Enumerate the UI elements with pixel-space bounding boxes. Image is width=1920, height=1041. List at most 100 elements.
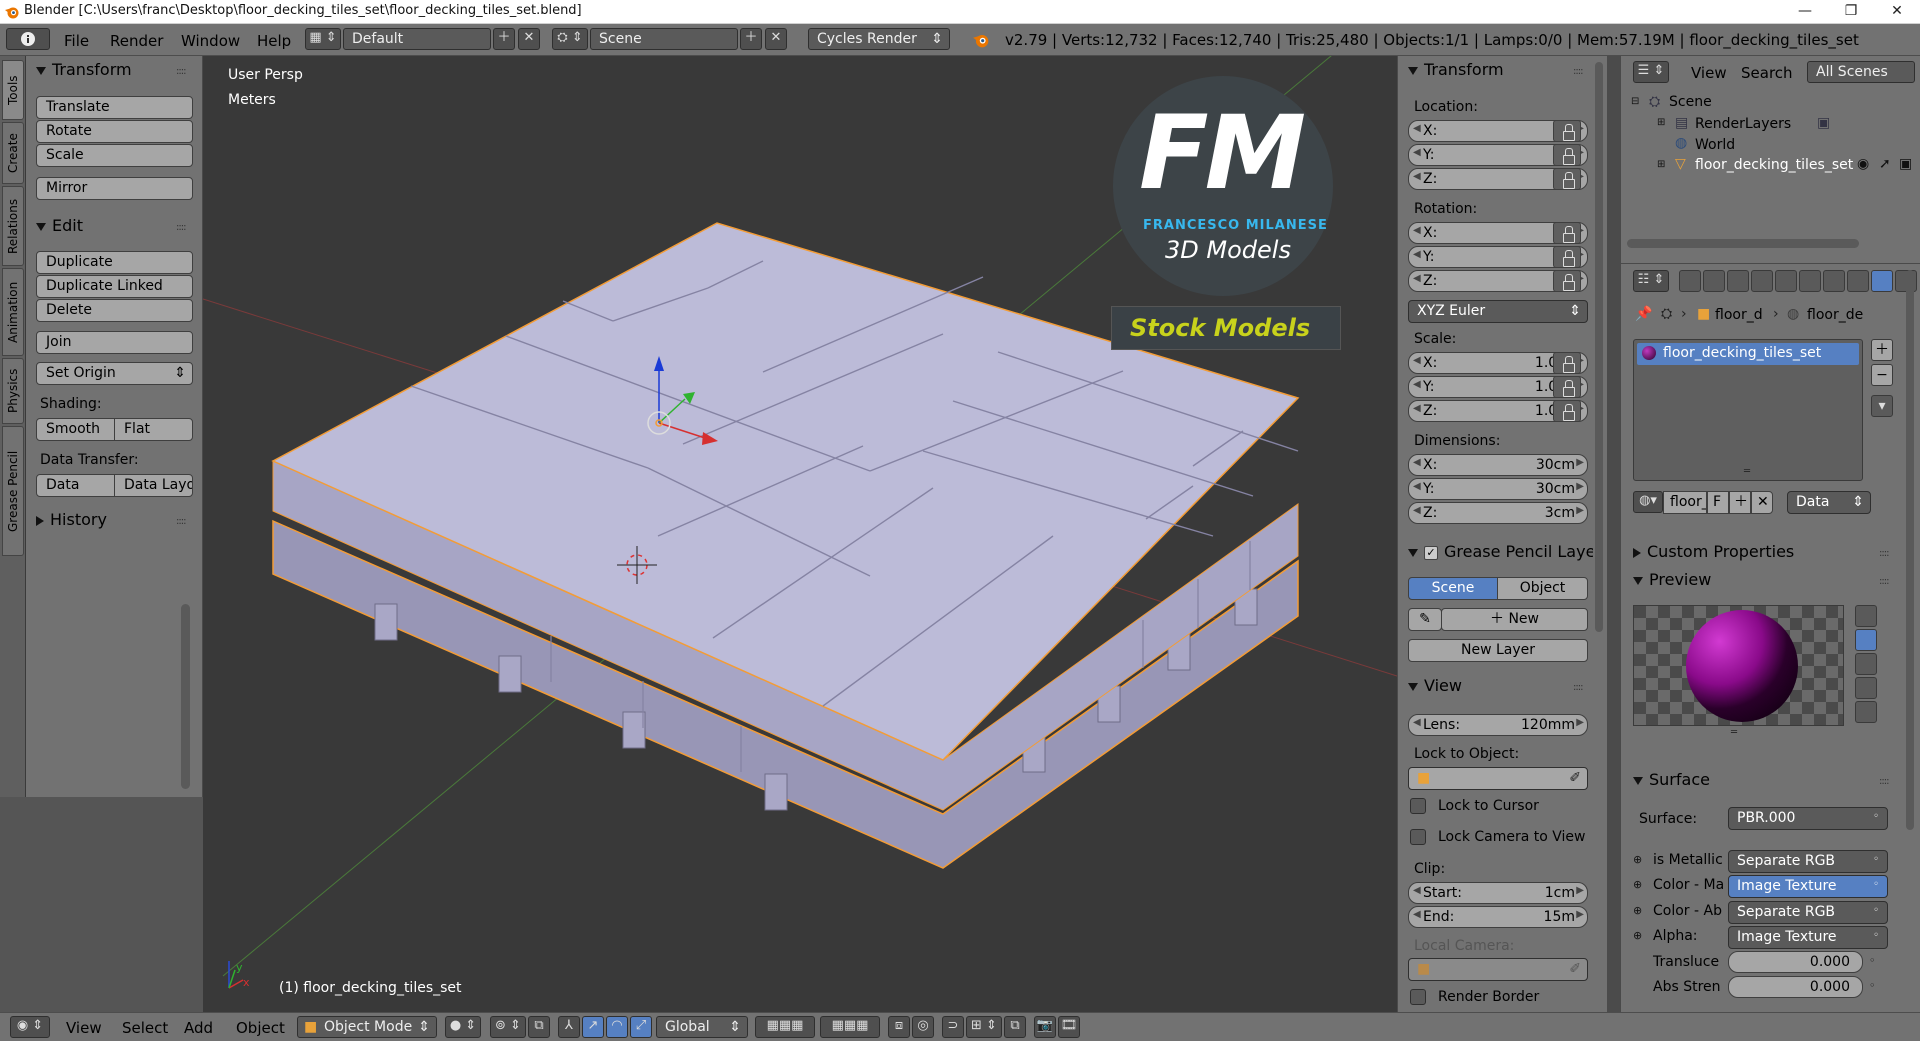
panel-grip-icon[interactable]: :::: bbox=[1573, 682, 1584, 693]
minimize-button[interactable]: — bbox=[1782, 0, 1828, 24]
toolshelf-scrollbar[interactable] bbox=[181, 604, 190, 789]
material-tab-icon[interactable] bbox=[1871, 270, 1893, 292]
material-name-field[interactable]: floor_ bbox=[1663, 491, 1707, 514]
remove-layout-icon[interactable]: ✕ bbox=[518, 28, 540, 50]
scene-select[interactable]: Scene bbox=[590, 28, 738, 50]
grease-pencil-checkbox[interactable]: ✓ bbox=[1424, 545, 1438, 560]
outliner-item-renderlayers[interactable]: RenderLayers bbox=[1695, 116, 1791, 132]
shade-smooth-button[interactable]: Smooth bbox=[36, 418, 115, 441]
material-slot-item[interactable]: floor_decking_tiles_set bbox=[1637, 343, 1859, 365]
maximize-button[interactable]: ❐ bbox=[1828, 0, 1874, 24]
lock-rotation-z-icon[interactable] bbox=[1553, 270, 1581, 292]
panel-grip-icon[interactable]: :::: bbox=[1879, 576, 1890, 587]
editor-type-info-button[interactable] bbox=[6, 28, 50, 50]
snap-element-icon[interactable]: ⊞ ⇕ bbox=[966, 1016, 1002, 1038]
expand-input-icon[interactable]: ⊕ bbox=[1633, 929, 1642, 942]
panel-grip-icon[interactable]: :::: bbox=[1879, 776, 1890, 787]
render-engine-select[interactable]: Cycles Render ⇕ bbox=[808, 28, 950, 50]
renderable-camera-icon[interactable]: ▣ bbox=[1899, 156, 1912, 172]
add-material-slot-icon[interactable]: ＋ bbox=[1871, 339, 1893, 361]
properties-scrollbar[interactable] bbox=[1906, 270, 1914, 830]
panel-grip-icon[interactable]: :::: bbox=[176, 516, 187, 527]
3d-view-editor-type-icon[interactable]: ◉ ⇕ bbox=[10, 1016, 50, 1038]
panel-grip-icon[interactable]: :::: bbox=[1573, 66, 1584, 77]
outliner-item-scene[interactable]: Scene bbox=[1669, 94, 1712, 110]
dimension-x-field[interactable]: ◀ X: 30cm ▶ bbox=[1408, 454, 1588, 476]
scene-icon[interactable]: ⛭ ⇕ bbox=[552, 28, 588, 50]
expand-toggle-icon[interactable]: ⊞ bbox=[1657, 159, 1665, 170]
world-tab-icon[interactable] bbox=[1751, 270, 1773, 292]
gp-object-toggle[interactable]: Object bbox=[1497, 577, 1588, 600]
menu-file[interactable]: File bbox=[64, 32, 89, 50]
data-transfer-button[interactable]: Data bbox=[36, 474, 115, 497]
shade-flat-button[interactable]: Flat bbox=[114, 418, 193, 441]
breadcrumb-material[interactable]: floor_de bbox=[1807, 307, 1863, 323]
interaction-mode-select[interactable]: ■ Object Mode ⇕ bbox=[297, 1016, 437, 1038]
surface-shader-select[interactable]: PBR.000 ◦ bbox=[1728, 807, 1888, 830]
lock-location-x-icon[interactable] bbox=[1553, 120, 1581, 142]
lock-location-z-icon[interactable] bbox=[1553, 168, 1581, 190]
menu-help[interactable]: Help bbox=[257, 32, 291, 50]
browse-material-icon[interactable]: ◍▾ bbox=[1633, 491, 1663, 513]
n-transform-header[interactable]: Transform bbox=[1408, 60, 1504, 79]
lock-location-y-icon[interactable] bbox=[1553, 144, 1581, 166]
clip-end-field[interactable]: ◀ End: 15m ▶ bbox=[1408, 906, 1588, 928]
custom-properties-header[interactable]: Custom Properties bbox=[1633, 542, 1794, 561]
object-tab-icon[interactable] bbox=[1775, 270, 1797, 292]
clip-start-field[interactable]: ◀ Start: 1cm ▶ bbox=[1408, 882, 1588, 904]
manipulate-center-icon[interactable]: ⧉ bbox=[528, 1016, 550, 1038]
render-border-checkbox[interactable] bbox=[1410, 989, 1426, 1005]
lock-to-cursor-checkbox[interactable] bbox=[1410, 798, 1426, 814]
constraints-tab-icon[interactable] bbox=[1799, 270, 1821, 292]
tab-physics[interactable]: Physics bbox=[2, 358, 24, 424]
dimension-y-field[interactable]: ◀ Y: 30cm ▶ bbox=[1408, 478, 1588, 500]
input-alpha-select[interactable]: Image Texture ◦ bbox=[1728, 926, 1888, 949]
transform-panel-header[interactable]: Transform bbox=[36, 60, 132, 79]
lock-scale-z-icon[interactable] bbox=[1553, 400, 1581, 422]
outliner-editor-type-icon[interactable]: ☰ ⇕ bbox=[1633, 61, 1669, 83]
gp-new-layer-button[interactable]: New Layer bbox=[1408, 639, 1588, 662]
proportional-edit-icon[interactable]: ◎ bbox=[912, 1016, 934, 1038]
gp-new-button[interactable]: ＋ New bbox=[1441, 608, 1588, 631]
lock-object-field[interactable]: ■ ✐ bbox=[1408, 767, 1588, 790]
expand-input-icon[interactable]: ⊕ bbox=[1633, 878, 1642, 891]
surface-panel-header[interactable]: Surface bbox=[1633, 770, 1710, 789]
tab-tools[interactable]: Tools bbox=[2, 60, 24, 120]
history-panel-header[interactable]: History bbox=[36, 510, 107, 529]
join-button[interactable]: Join bbox=[36, 331, 193, 354]
dimension-z-field[interactable]: ◀ Z: 3cm ▶ bbox=[1408, 502, 1588, 524]
snap-toggle-icon[interactable]: ⊃ bbox=[942, 1016, 964, 1038]
scene-layers-grid-b[interactable]: ▦▦▦ bbox=[820, 1016, 880, 1038]
expand-toggle-icon[interactable]: ⊟ bbox=[1631, 96, 1639, 107]
area-divider[interactable] bbox=[1607, 56, 1620, 1012]
tab-grease-pencil[interactable]: Grease Pencil bbox=[2, 426, 24, 556]
grease-pencil-header[interactable]: ✓ Grease Pencil Layer bbox=[1408, 542, 1593, 561]
data-layout-button[interactable]: Data Layo bbox=[114, 474, 193, 497]
scale-manipulator-icon[interactable]: ⤢ bbox=[630, 1016, 652, 1038]
preview-hair-icon[interactable] bbox=[1855, 701, 1877, 723]
scene-tab-icon[interactable] bbox=[1727, 270, 1749, 292]
selectable-cursor-icon[interactable]: ➚ bbox=[1879, 156, 1891, 172]
close-button[interactable]: ✕ bbox=[1874, 0, 1920, 24]
preview-flat-icon[interactable] bbox=[1855, 605, 1877, 627]
lock-rotation-y-icon[interactable] bbox=[1553, 246, 1581, 268]
layout-select[interactable]: Default bbox=[343, 28, 491, 50]
render-layers-tab-icon[interactable] bbox=[1703, 270, 1725, 292]
outliner-item-world[interactable]: World bbox=[1695, 137, 1735, 153]
lock-camera-checkbox[interactable] bbox=[1410, 829, 1426, 845]
rotate-button[interactable]: Rotate bbox=[36, 120, 193, 143]
fake-user-toggle[interactable]: F bbox=[1707, 491, 1729, 514]
viewport-shading-icon[interactable]: ● ⇕ bbox=[445, 1016, 481, 1038]
delete-button[interactable]: Delete bbox=[36, 299, 193, 322]
render-tab-icon[interactable] bbox=[1679, 270, 1701, 292]
add-layout-icon[interactable]: ＋ bbox=[493, 28, 515, 50]
preview-header[interactable]: Preview bbox=[1633, 570, 1711, 589]
manipulator-toggle-icon[interactable]: ⅄ bbox=[558, 1016, 580, 1038]
outliner-display-mode-select[interactable]: All Scenes bbox=[1807, 61, 1915, 83]
menu-window[interactable]: Window bbox=[181, 32, 240, 50]
3d-viewport[interactable]: User Persp Meters y x FM FRANCESCO MILAN… bbox=[203, 56, 1397, 1012]
render-layer-toggle-icon[interactable]: ▣ bbox=[1817, 115, 1830, 131]
translate-button[interactable]: Translate bbox=[36, 96, 193, 119]
material-link-select[interactable]: Data ⇕ bbox=[1787, 491, 1871, 514]
tab-relations[interactable]: Relations bbox=[2, 186, 24, 266]
